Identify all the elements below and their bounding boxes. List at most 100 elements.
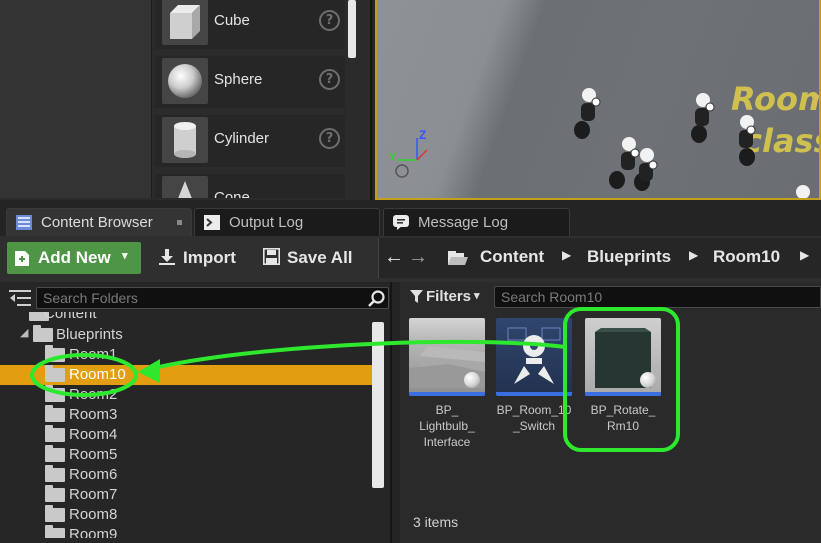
tree-item-room9[interactable]: Room9 — [0, 525, 372, 538]
place-actor-cylinder[interactable]: Cylinder ? — [155, 115, 345, 167]
asset-name-line: Interface — [423, 435, 471, 449]
save-icon — [263, 248, 280, 265]
tree-item-label: Room9 — [69, 526, 118, 538]
tree-item-label: Room8 — [69, 506, 118, 523]
item-count: 3 items — [413, 514, 459, 530]
breadcrumb-item-room10[interactable]: Room10 — [713, 247, 780, 267]
folder-search-input[interactable] — [37, 288, 362, 308]
tree-item-room7[interactable]: Room7 — [0, 485, 372, 505]
breadcrumb-separator-icon[interactable]: ▶ — [689, 248, 698, 262]
folder-icon — [45, 445, 65, 462]
tab-label: Message Log — [418, 214, 509, 231]
actor-icon — [739, 115, 756, 166]
asset-tile-room10-switch[interactable] — [496, 318, 572, 396]
breadcrumb-item-content[interactable]: Content — [480, 247, 544, 267]
tree-item-label: Room5 — [69, 446, 118, 463]
tab-message-log[interactable]: Message Log — [383, 208, 570, 236]
import-icon — [159, 249, 175, 265]
filter-icon — [410, 290, 423, 303]
breadcrumb-item-blueprints[interactable]: Blueprints — [587, 247, 671, 267]
help-icon[interactable]: ? — [319, 128, 340, 149]
tree-item-blueprints[interactable]: ◢ Blueprints — [0, 325, 372, 345]
output-log-icon — [204, 215, 220, 230]
new-document-icon — [15, 251, 29, 266]
cylinder-icon — [162, 117, 208, 163]
sources-panel-toggle-icon[interactable] — [9, 289, 31, 307]
tree-item-label: Room4 — [69, 426, 118, 443]
place-actors-scrollbar[interactable] — [348, 0, 356, 58]
tree-item-label: Room1 — [69, 346, 118, 363]
place-actor-label: Cylinder — [214, 130, 270, 147]
breadcrumb-separator-icon[interactable]: ▶ — [800, 248, 809, 262]
tree-item-content[interactable]: Content — [0, 312, 372, 324]
asset-name[interactable]: BP_Room_10 _Switch — [492, 402, 576, 434]
tree-item-label: Room6 — [69, 466, 118, 483]
asset-type-bar — [585, 392, 661, 396]
asset-search-input[interactable] — [495, 287, 815, 307]
sphere-icon — [464, 372, 480, 388]
chevron-down-icon[interactable]: ◢ — [20, 326, 28, 339]
chevron-down-icon: ▾ — [474, 290, 480, 302]
folder-icon — [45, 365, 65, 382]
axis-y-label: Y — [389, 151, 397, 163]
tab-close-icon[interactable] — [177, 220, 182, 225]
filters-label: Filters — [426, 288, 472, 305]
level-viewport[interactable]: Room class — [375, 0, 821, 200]
tree-item-label: Blueprints — [56, 326, 123, 343]
help-icon[interactable]: ? — [319, 69, 340, 90]
folder-icon — [45, 345, 65, 362]
folder-icon — [45, 525, 65, 538]
import-button[interactable]: Import — [158, 242, 240, 274]
folder-icon — [45, 465, 65, 482]
content-browser-icon — [16, 215, 32, 230]
asset-name[interactable]: BP_Rotate_ Rm10 — [581, 402, 665, 434]
place-actor-cube[interactable]: Cube ? — [155, 0, 345, 49]
tree-item-room1[interactable]: Room1 — [0, 345, 372, 365]
asset-tile-lightbulb-interface[interactable] — [409, 318, 485, 396]
asset-search-box[interactable] — [494, 286, 821, 308]
folder-icon — [45, 505, 65, 522]
folder-search-box[interactable] — [36, 287, 389, 309]
folder-icon — [45, 405, 65, 422]
chevron-down-icon: ▾ — [122, 250, 128, 262]
place-actor-cone[interactable]: Cone — [155, 174, 345, 198]
save-all-button[interactable]: Save All — [263, 242, 363, 274]
tab-label: Output Log — [229, 214, 304, 231]
save-all-label: Save All — [287, 248, 353, 267]
place-actors-category-strip — [0, 0, 152, 198]
import-label: Import — [183, 248, 236, 267]
filters-button[interactable]: Filters ▾ — [406, 286, 488, 308]
breadcrumb-separator-icon[interactable]: ▶ — [562, 248, 571, 262]
asset-tile-rotate-rm10[interactable] — [585, 318, 661, 396]
tab-content-browser[interactable]: Content Browser — [6, 208, 192, 236]
folder-tree-scrollbar[interactable] — [372, 322, 384, 488]
tree-item-room6[interactable]: Room6 — [0, 465, 372, 485]
tab-output-log[interactable]: Output Log — [194, 208, 380, 236]
tree-item-room2[interactable]: Room2 — [0, 385, 372, 405]
asset-name[interactable]: BP_ Lightbulb_ Interface — [405, 402, 489, 450]
back-arrow-icon[interactable]: ← — [384, 246, 404, 269]
tree-item-label: Room7 — [69, 486, 118, 503]
open-folder-icon — [448, 251, 468, 265]
add-new-button[interactable]: Add New ▾ — [7, 242, 141, 274]
search-icon — [368, 290, 385, 307]
tree-item-room4[interactable]: Room4 — [0, 425, 372, 445]
asset-name-line: BP_ — [435, 403, 459, 417]
place-actor-sphere[interactable]: Sphere ? — [155, 56, 345, 108]
folder-tree: Content ◢ Blueprints Room1 Room10 Room2 … — [0, 312, 372, 538]
folder-icon — [45, 385, 65, 402]
actor-icon — [796, 185, 810, 198]
add-new-label: Add New — [38, 248, 111, 267]
tree-item-room5[interactable]: Room5 — [0, 445, 372, 465]
folder-icon — [45, 425, 65, 442]
sphere-icon — [640, 372, 656, 388]
tree-item-room10[interactable]: Room10 — [0, 365, 372, 385]
tree-item-room8[interactable]: Room8 — [0, 505, 372, 525]
forward-arrow-icon[interactable]: → — [408, 246, 428, 269]
help-icon[interactable]: ? — [319, 10, 340, 31]
axis-z-label: Z — [419, 128, 427, 142]
tree-item-room3[interactable]: Room3 — [0, 405, 372, 425]
asset-type-bar — [496, 392, 572, 396]
tree-item-label: Room2 — [69, 386, 118, 403]
place-actor-label: Cube — [214, 12, 250, 29]
